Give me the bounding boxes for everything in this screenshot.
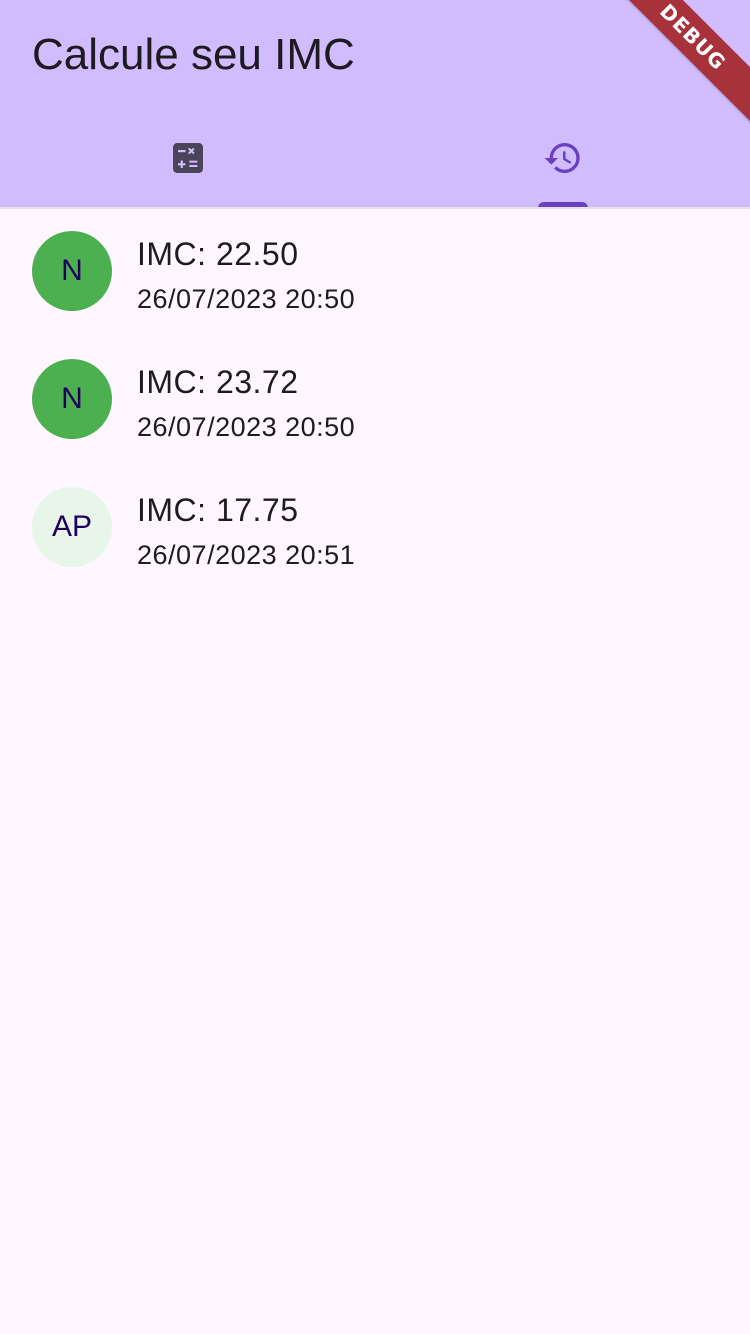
timestamp: 26/07/2023 20:51	[137, 540, 356, 570]
avatar: N	[32, 231, 112, 311]
tab-bar	[0, 112, 750, 208]
avatar: N	[32, 359, 112, 439]
app-bar: Calcule seu IMC	[0, 0, 750, 208]
history-item[interactable]: AP IMC: 17.75 26/07/2023 20:51	[0, 465, 750, 593]
tab-calculator[interactable]	[0, 112, 375, 208]
imc-value: IMC: 23.72	[137, 364, 299, 400]
app-screen: Calcule seu IMC N IMC: 22.50 26/07/2023 …	[0, 0, 750, 1334]
history-icon	[544, 143, 580, 174]
imc-value: IMC: 22.50	[137, 236, 299, 272]
history-item[interactable]: N IMC: 23.72 26/07/2023 20:50	[0, 337, 750, 465]
page-title: Calcule seu IMC	[32, 30, 355, 79]
history-list: N IMC: 22.50 26/07/2023 20:50 N IMC: 23.…	[0, 209, 750, 593]
calculator-icon	[172, 143, 203, 173]
timestamp: 26/07/2023 20:50	[137, 412, 356, 442]
timestamp: 26/07/2023 20:50	[137, 284, 356, 314]
avatar: AP	[32, 487, 112, 567]
imc-value: IMC: 17.75	[137, 492, 299, 528]
tab-history[interactable]	[375, 112, 750, 208]
history-item[interactable]: N IMC: 22.50 26/07/2023 20:50	[0, 209, 750, 337]
